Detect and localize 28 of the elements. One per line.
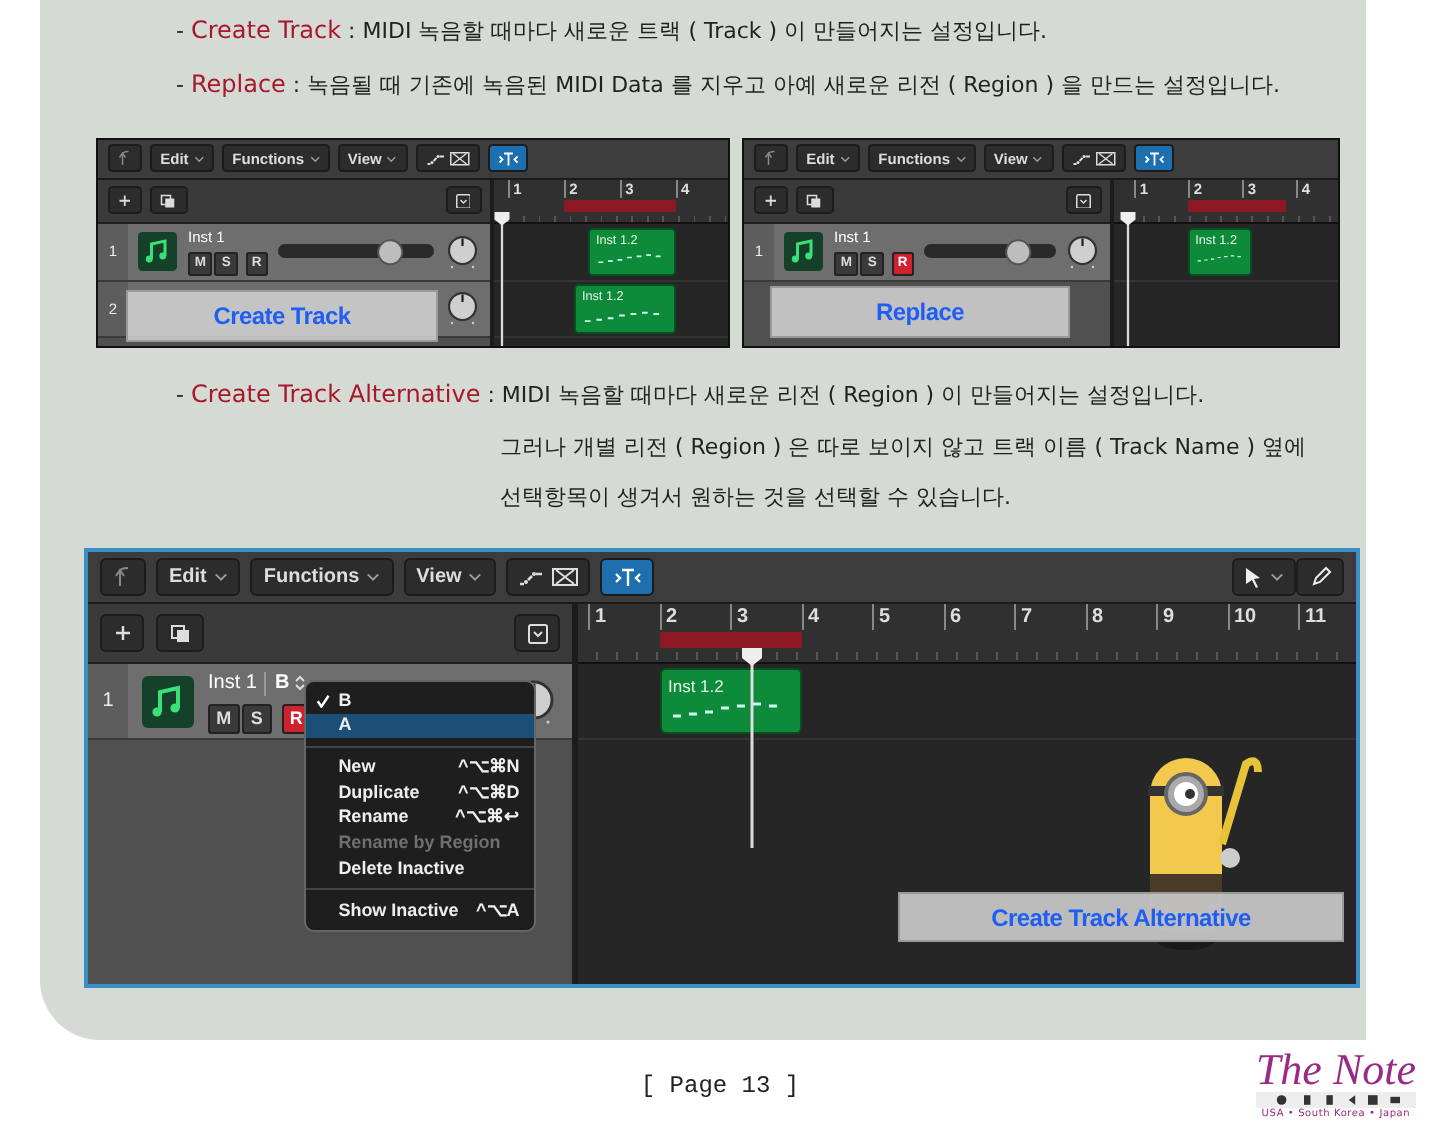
caption-label: Replace bbox=[770, 286, 1070, 338]
track-name: Inst 1 bbox=[208, 670, 257, 698]
shortcut-label: ^⌥⌘D bbox=[458, 781, 520, 805]
bar-number: 11 bbox=[1298, 604, 1327, 630]
bar-number: 6 bbox=[943, 604, 962, 630]
bar-number: 1 bbox=[588, 604, 607, 630]
note-text: 선택항목이 생겨서 원하는 것을 선택할 수 있습니다. bbox=[498, 482, 1013, 514]
caption-label: Create Track Alternative bbox=[898, 892, 1344, 942]
region-name: Inst 1.2 bbox=[668, 673, 726, 699]
shortcut-label: ^⌥⌘N bbox=[458, 756, 520, 779]
bar-number: 7 bbox=[1014, 604, 1033, 630]
bar-number: 9 bbox=[1156, 604, 1175, 630]
caption-label: Create Track bbox=[126, 290, 438, 342]
note-text: - Replace : 녹음될 때 기존에 녹음된 MIDI Data 를 지우고 아예 새로운 리전 ( Region ) 을 만드는 설정입니다. bbox=[174, 68, 1283, 102]
shortcut-label: ^⌥A bbox=[476, 899, 520, 922]
logo-title: The Note bbox=[1255, 1048, 1416, 1093]
bar-number: 5 bbox=[872, 604, 891, 630]
track-number: 1 bbox=[88, 664, 128, 738]
bar-number: 2 bbox=[659, 604, 678, 630]
page-number: [ Page 13 ] bbox=[640, 1070, 800, 1104]
bar-number: 3 bbox=[730, 604, 749, 630]
note-text: - Create Track : MIDI 녹음할 때마다 새로운 트랙 ( Track ) 이 만들어지는 설정입니다. bbox=[174, 14, 1050, 48]
note-text: 그러나 개별 리전 ( Region ) 은 따로 보이지 않고 트랙 이름 ( Track Name ) 옆에 bbox=[498, 432, 1309, 464]
bar-number: 8 bbox=[1085, 604, 1104, 630]
shortcut-label: ^⌥⌘↩ bbox=[455, 806, 520, 830]
note-text: - Create Track Alternative : MIDI 녹음할 때마다 새로운 리전 ( Region ) 이 만들어지는 설정입니다. bbox=[174, 378, 1207, 412]
bar-number: 4 bbox=[801, 604, 820, 630]
bar-number: 10 bbox=[1227, 604, 1257, 630]
